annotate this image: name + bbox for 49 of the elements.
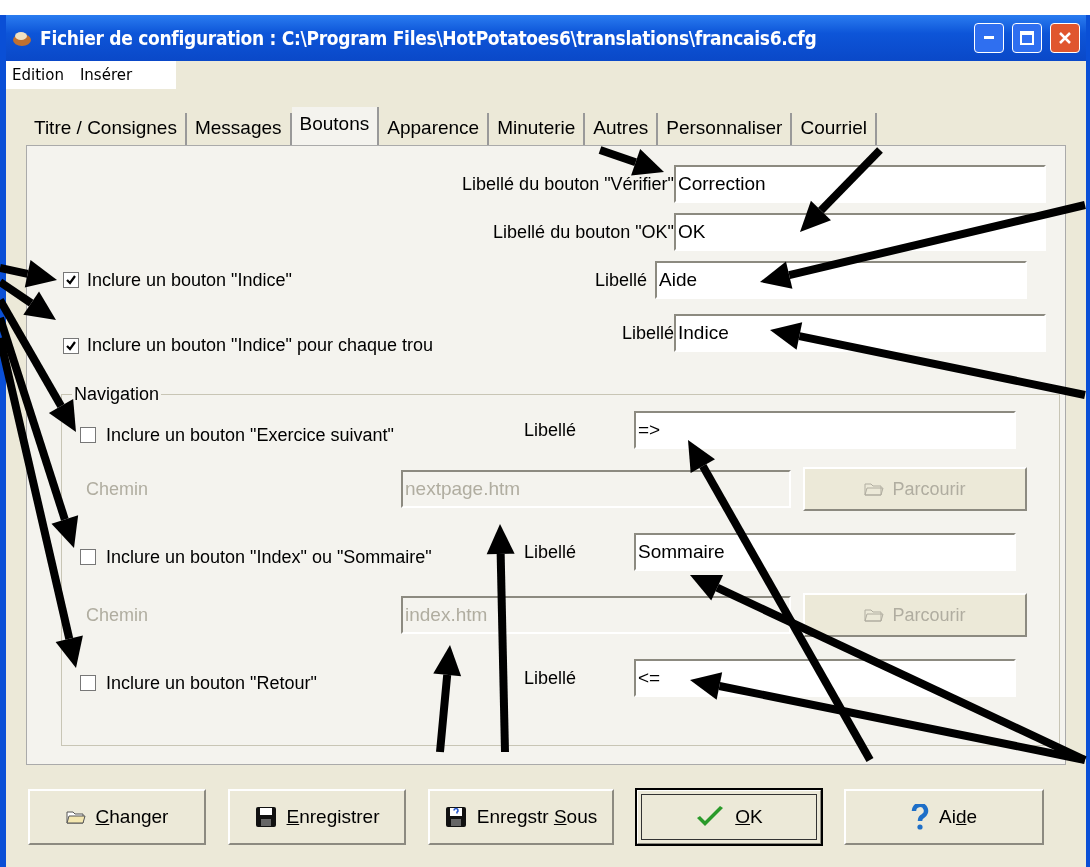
folder-icon [864, 607, 885, 623]
minimize-icon [984, 36, 994, 40]
tab[interactable]: Boutons [291, 107, 380, 145]
annotation-arrow [598, 146, 664, 176]
checkbox[interactable] [80, 427, 96, 443]
dialog-button[interactable]: OK [636, 789, 822, 845]
checkbox-label: Inclure un bouton "Exercice suivant" [106, 424, 394, 446]
dialog-button[interactable]: Enregistrer [228, 789, 406, 845]
window-title: Fichier de configuration : C:\Program Files\HotPotatoes6\translations\francais6.cfg [40, 27, 818, 49]
dialog-button[interactable]: Changer [28, 789, 206, 845]
menu-item[interactable]: Edition [6, 66, 74, 84]
text-field[interactable]: => [634, 411, 1016, 449]
checkmark-icon [695, 805, 726, 829]
folder-icon [864, 481, 885, 497]
checkbox-label: Inclure un bouton "Indice" pour chaque trou [87, 335, 434, 356]
maximize-icon [1020, 31, 1034, 45]
text-field[interactable]: Aide [655, 261, 1027, 299]
checkbox[interactable] [63, 272, 79, 288]
folder-icon [65, 809, 86, 825]
text-field[interactable]: Correction [674, 165, 1046, 203]
dialog-button[interactable]: Enregstr Sous [428, 789, 614, 845]
checkbox[interactable] [80, 549, 96, 565]
field-label: Libellé [524, 541, 577, 562]
checkbox-label: Inclure un bouton "Retour" [106, 672, 317, 694]
text-field[interactable]: Indice [674, 314, 1046, 352]
minimize-button[interactable] [974, 23, 1004, 53]
checkbox[interactable] [63, 337, 79, 354]
help-icon [910, 804, 929, 830]
dialog-button[interactable]: Aide [844, 789, 1044, 845]
menu-item[interactable]: Insérer [73, 66, 143, 84]
checkbox-label: Inclure un bouton "Indice" [87, 269, 292, 291]
field-label: Chemin [86, 478, 150, 500]
checkmark-icon [65, 274, 77, 286]
field-label: Libellé du bouton "Vérifier" [462, 173, 674, 195]
maximize-button[interactable] [1012, 23, 1042, 53]
field-label: Libellé [594, 269, 647, 291]
group-title: Navigation [73, 384, 161, 405]
field-label: Libellé [524, 419, 577, 440]
field-label: Libellé [524, 667, 577, 688]
field-label: Libellé du bouton "OK" [493, 221, 674, 243]
close-button[interactable] [1050, 23, 1080, 53]
checkbox-label: Inclure un bouton "Index" ou "Sommaire" [106, 546, 432, 568]
close-icon [1058, 31, 1072, 45]
checkbox[interactable] [80, 675, 96, 691]
text-field[interactable]: Sommaire [634, 533, 1016, 571]
field-label: Chemin [86, 604, 150, 626]
floppy-disk-question-icon [444, 806, 467, 828]
checkmark-icon [65, 339, 77, 352]
field-label: Libellé [621, 322, 674, 344]
